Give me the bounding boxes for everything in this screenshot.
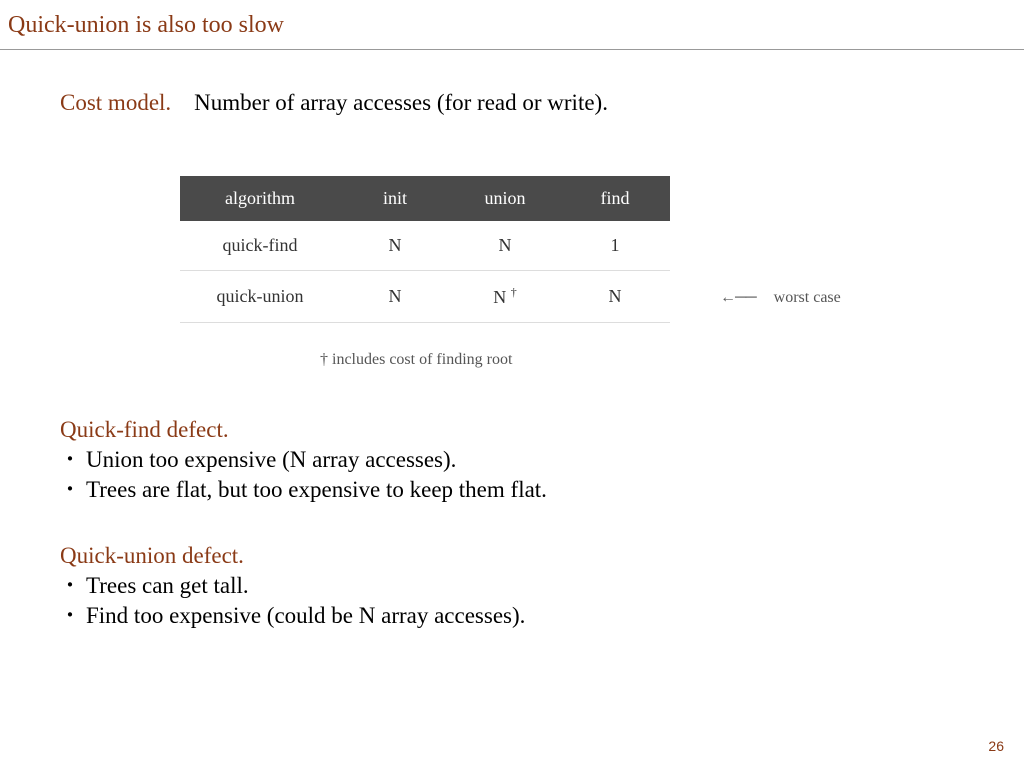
- bullet-icon: ・: [60, 477, 86, 503]
- qf-defect-heading: Quick-find defect.: [60, 417, 964, 443]
- cell-init-0: N: [340, 221, 450, 271]
- cell-init-1: N: [340, 271, 450, 323]
- slide: Quick-union is also too slow Cost model.…: [0, 0, 1024, 768]
- bullet-icon: ・: [60, 603, 86, 629]
- list-item: ・ Union too expensive (N array accesses)…: [60, 447, 964, 473]
- table-header-row: algorithm init union find: [180, 176, 670, 221]
- list-item: ・ Trees can get tall.: [60, 573, 964, 599]
- cost-model-label: Cost model.: [60, 90, 171, 115]
- list-item: ・ Find too expensive (could be N array a…: [60, 603, 964, 629]
- slide-body: Cost model. Number of array accesses (fo…: [0, 50, 1024, 629]
- dagger-mark: †: [511, 285, 517, 299]
- th-find: find: [560, 176, 670, 221]
- qf-bullet-1: Union too expensive (N array accesses).: [86, 447, 456, 473]
- table-wrap: algorithm init union find quick-find N N…: [180, 176, 964, 323]
- th-init: init: [340, 176, 450, 221]
- cell-union-0: N: [450, 221, 560, 271]
- slide-title: Quick-union is also too slow: [8, 12, 284, 38]
- th-algorithm: algorithm: [180, 176, 340, 221]
- bullet-icon: ・: [60, 447, 86, 473]
- qf-bullet-2: Trees are flat, but too expensive to kee…: [86, 477, 547, 503]
- cost-table: algorithm init union find quick-find N N…: [180, 176, 670, 323]
- cell-union-1: N †: [450, 271, 560, 323]
- qu-defect-heading: Quick-union defect.: [60, 543, 964, 569]
- th-union: union: [450, 176, 560, 221]
- worst-case-annotation: ←── worst case: [720, 289, 841, 307]
- page-number: 26: [988, 738, 1004, 754]
- qu-bullet-1: Trees can get tall.: [86, 573, 249, 599]
- table-footnote: † includes cost of finding root: [320, 351, 964, 369]
- bullet-icon: ・: [60, 573, 86, 599]
- cost-model-desc: Number of array accesses (for read or wr…: [194, 90, 608, 115]
- cell-algo-0: quick-find: [180, 221, 340, 271]
- cost-model-line: Cost model. Number of array accesses (fo…: [60, 90, 964, 116]
- cell-find-1: N: [560, 271, 670, 323]
- annotation-text: worst case: [774, 289, 841, 307]
- cell-find-0: 1: [560, 221, 670, 271]
- table-row: quick-find N N 1: [180, 221, 670, 271]
- cell-algo-1: quick-union: [180, 271, 340, 323]
- arrow-left-icon: ←──: [720, 289, 756, 307]
- table-row: quick-union N N † N: [180, 271, 670, 323]
- title-bar: Quick-union is also too slow: [0, 0, 1024, 50]
- list-item: ・ Trees are flat, but too expensive to k…: [60, 477, 964, 503]
- qu-bullet-2: Find too expensive (could be N array acc…: [86, 603, 525, 629]
